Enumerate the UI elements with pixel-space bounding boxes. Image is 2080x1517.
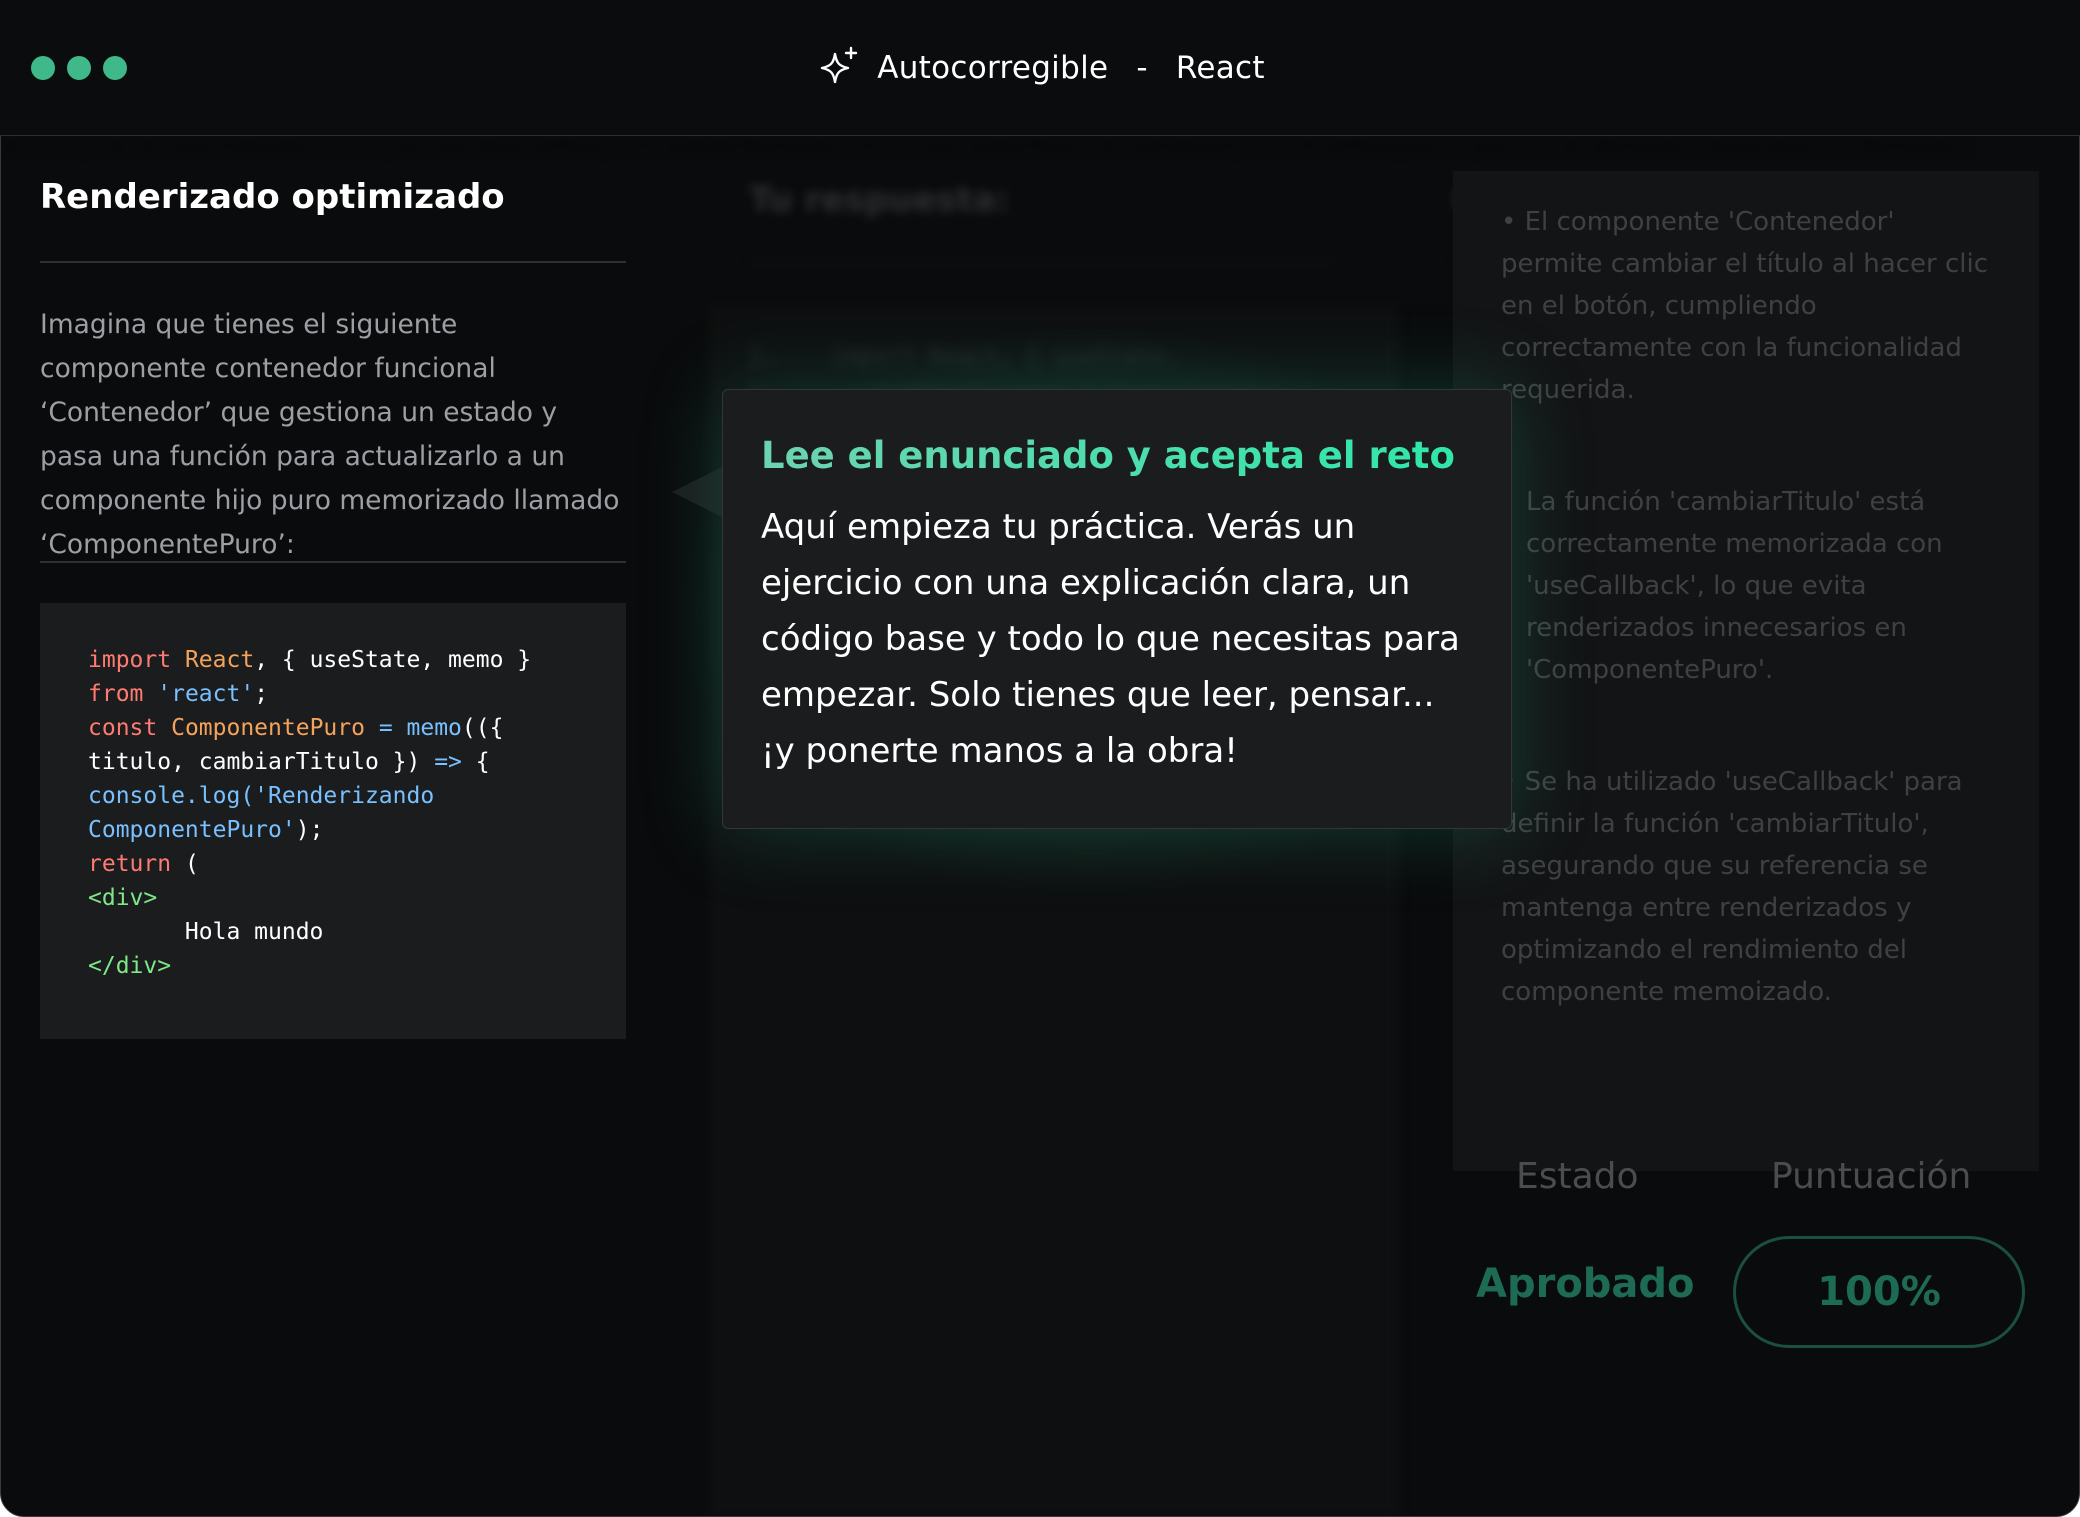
tooltip-body: Aquí empieza tu práctica. Verás un ejerc…: [761, 507, 1460, 771]
code-line: return (: [88, 847, 578, 881]
correction-item: La función 'cambiarTitulo' está correcta…: [1526, 487, 1943, 685]
code-line: <div>: [88, 881, 578, 915]
code-token: 'react': [157, 681, 255, 707]
code-token: React: [184, 647, 255, 673]
code-line: titulo, cambiarTitulo }) => {: [88, 745, 578, 779]
code-line: console.log('Renderizando: [88, 779, 578, 813]
app-name: Autocorregible: [877, 50, 1109, 86]
code-token: =>: [434, 749, 462, 775]
code-token: import: [88, 647, 185, 673]
code-token: memo: [406, 715, 462, 741]
onboarding-tooltip: Lee el enunciado y acepta el reto Aquí e…: [722, 389, 1512, 829]
code-line: </div>: [88, 949, 578, 983]
code-token: , { useState, memo }: [254, 647, 532, 673]
code-token: );: [295, 817, 324, 843]
code-token: from: [88, 681, 158, 707]
status-label: Estado: [1516, 1156, 1639, 1197]
code-token: ComponentePuro': [88, 817, 296, 843]
answer-divider: [749, 262, 1335, 264]
code-block: import React, { useState, memo } from 're…: [40, 603, 626, 1039]
code-token: return: [88, 851, 172, 877]
code-token: Hola mundo: [88, 919, 324, 945]
divider: [40, 261, 626, 263]
code-line: const ComponentePuro = memo(({: [88, 711, 578, 745]
correction-item: • El componente 'Contenedor' permite cam…: [1501, 207, 1988, 405]
title-separator: -: [1136, 50, 1148, 86]
exercise-title: Renderizado optimizado: [40, 177, 505, 217]
correction-item: • Se ha utilizado 'useCallback' para def…: [1501, 767, 1963, 1007]
code-line: import React, { useState, memo }: [88, 643, 578, 677]
code-token: ComponentePuro: [171, 715, 365, 741]
code-token: const: [88, 715, 172, 741]
code-line: from 'react';: [88, 677, 578, 711]
code-token: 'Renderizando: [254, 783, 435, 809]
code-token: </div>: [88, 953, 172, 979]
code-token: {: [461, 749, 490, 775]
title-bar: Autocorregible - React: [0, 0, 2080, 136]
sparkle-icon: [820, 46, 858, 84]
answer-heading: Tu respuesta:: [749, 180, 1010, 220]
score-badge: 100%: [1733, 1236, 2025, 1348]
code-line: ComponentePuro');: [88, 813, 578, 847]
code-token: ;: [254, 681, 269, 707]
window-title: Autocorregible - React: [0, 42, 2080, 94]
score-value: 100%: [1817, 1269, 1941, 1315]
code-token: =: [364, 715, 407, 741]
code-token: (: [171, 851, 199, 877]
code-token: console.log(: [88, 783, 255, 809]
code-token: titulo, cambiarTitulo }): [88, 749, 435, 775]
tooltip-arrow: [672, 466, 724, 518]
exercise-description: Imagina que tienes el siguiente componen…: [40, 309, 620, 560]
tooltip-title: Lee el enunciado y acepta el reto: [761, 434, 1473, 477]
code-token: <div>: [88, 885, 158, 911]
code-token: (({: [461, 715, 504, 741]
status-value: Aprobado: [1476, 1261, 1695, 1307]
score-label: Puntuación: [1771, 1156, 1972, 1197]
divider: [40, 561, 626, 563]
technology-name: React: [1175, 50, 1265, 86]
code-line: Hola mundo: [88, 915, 578, 949]
